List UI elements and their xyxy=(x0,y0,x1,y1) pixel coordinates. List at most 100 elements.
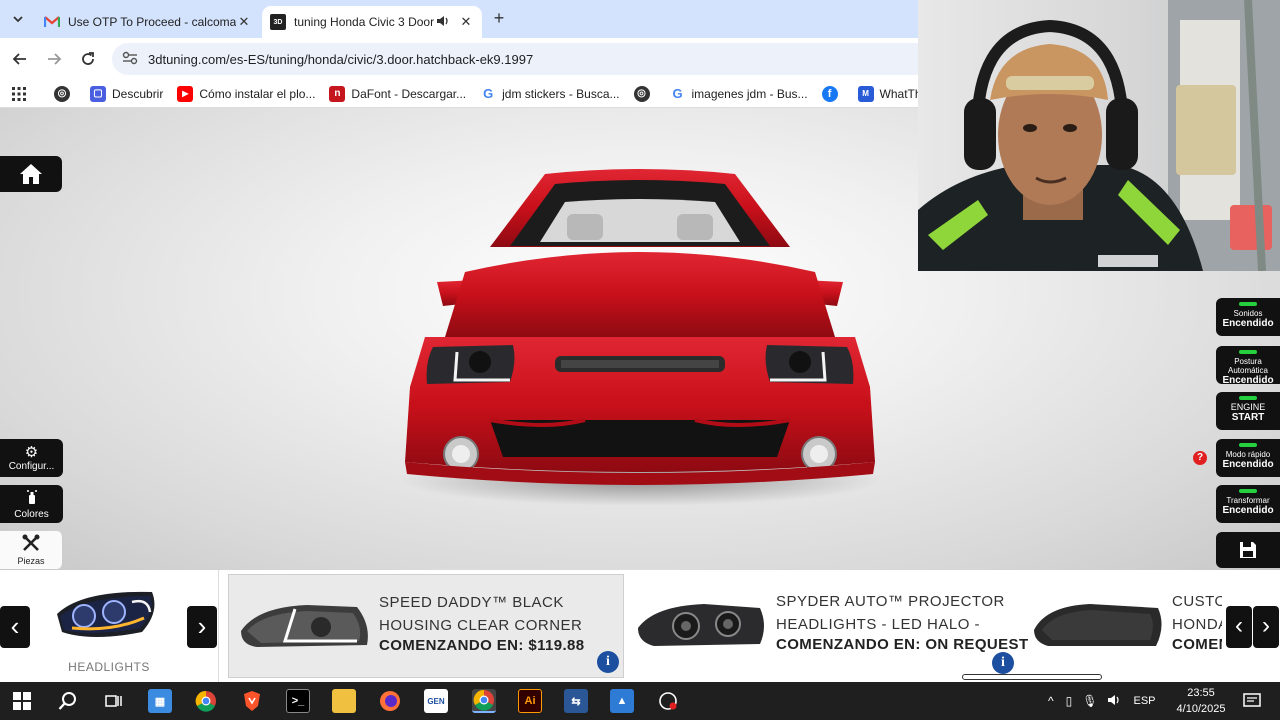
bookmark-item[interactable]: G imagenes jdm - Bus... xyxy=(669,85,808,102)
status-led xyxy=(1239,489,1257,493)
product-card[interactable]: SPYDER AUTO™ PROJECTOR HEADLIGHTS - LED … xyxy=(626,574,1028,678)
close-icon[interactable]: ✕ xyxy=(236,14,252,30)
brave-icon[interactable] xyxy=(240,689,264,713)
product-name-line: HEADLIGHTS - LED HALO - xyxy=(776,616,981,633)
app-icon[interactable]: ⇆ xyxy=(564,689,588,713)
product-name-line: CUSTO xyxy=(1172,593,1222,610)
transform-toggle[interactable]: Transformar Encendido xyxy=(1216,485,1280,523)
illustrator-icon[interactable]: Ai xyxy=(518,689,542,713)
volume-icon[interactable] xyxy=(1107,694,1121,709)
search-icon[interactable] xyxy=(56,689,80,713)
product-name-line: HONDA xyxy=(1172,616,1222,633)
clock[interactable]: 23:55 4/10/2025 xyxy=(1172,685,1230,717)
colors-label: Colores xyxy=(14,508,49,520)
engine-start-button[interactable]: ENGINE START xyxy=(1216,392,1280,430)
carousel-next-button[interactable]: › xyxy=(1253,606,1279,648)
product-name-line: HOUSING CLEAR CORNER xyxy=(379,617,583,634)
category-label: HEADLIGHTS xyxy=(68,660,150,674)
youtube-icon: ▶ xyxy=(177,85,194,102)
app-icon[interactable] xyxy=(656,689,680,713)
calculator-icon[interactable]: ▦ xyxy=(148,689,172,713)
speaker-icon[interactable] xyxy=(436,15,452,30)
chrome-active-icon[interactable] xyxy=(472,689,496,713)
site-info-icon[interactable] xyxy=(122,51,140,68)
app-icon[interactable]: GEN xyxy=(424,689,448,713)
info-icon[interactable]: i xyxy=(597,651,619,673)
terminal-icon[interactable]: >_ xyxy=(286,689,310,713)
quick-mode-toggle[interactable]: Modo rápido Encendido xyxy=(1216,439,1280,477)
bookmark-label: WhatTheFont! « M xyxy=(879,86,918,101)
reload-button[interactable] xyxy=(76,47,100,71)
microphone-icon[interactable]: 🎙 xyxy=(1082,694,1097,708)
bookmark-item[interactable]: ◎ xyxy=(54,85,76,102)
firefox-icon[interactable] xyxy=(378,689,402,713)
chevron-up-icon[interactable]: ^ xyxy=(1048,694,1054,708)
arrow-right-icon xyxy=(48,53,62,65)
bookmark-label: DaFont - Descargar... xyxy=(351,86,467,101)
usb-icon[interactable]: ▯ xyxy=(1066,694,1073,708)
globe-icon: ◎ xyxy=(633,85,650,102)
toggle-state: START xyxy=(1231,412,1265,423)
carousel-prev-button[interactable]: ‹ xyxy=(1226,606,1252,648)
product-name-line: SPYDER AUTO™ PROJECTOR xyxy=(776,593,1005,610)
discover-icon: ▢ xyxy=(90,85,106,102)
home-button[interactable] xyxy=(0,156,62,192)
webcam-person-image xyxy=(918,0,1280,271)
bookmark-item[interactable]: ◎ xyxy=(633,85,656,102)
close-icon[interactable]: ✕ xyxy=(458,14,474,30)
bookmarks-bar: ◎ ▢ Descubrir ▶ Cómo instalar el plo... … xyxy=(0,80,918,108)
tab-gmail[interactable]: Use OTP To Proceed - calcomar ✕ xyxy=(36,6,260,38)
chrome-icon[interactable] xyxy=(194,689,218,713)
gmail-icon xyxy=(44,14,60,30)
google-icon: G xyxy=(480,85,497,102)
apps-icon[interactable] xyxy=(12,86,26,101)
product-card[interactable]: SPEED DADDY™ BLACK HOUSING CLEAR CORNER … xyxy=(228,574,624,678)
sounds-toggle[interactable]: Sonidos Encendido xyxy=(1216,298,1280,336)
status-led xyxy=(1239,396,1257,400)
parts-button[interactable]: Piezas xyxy=(0,531,63,569)
info-icon[interactable]: i xyxy=(992,652,1014,674)
3dtuning-icon: 3D xyxy=(270,14,286,30)
windows-start-icon[interactable] xyxy=(10,689,34,713)
photos-icon[interactable]: ▲ xyxy=(610,689,634,713)
spray-can-icon xyxy=(26,489,38,509)
toggle-label: Transformar xyxy=(1226,496,1270,505)
new-tab-button[interactable]: + xyxy=(488,8,510,30)
tab-search-button[interactable] xyxy=(6,7,30,31)
notification-icon[interactable] xyxy=(1240,689,1264,713)
bookmark-item[interactable]: M WhatTheFont! « M xyxy=(857,85,918,102)
product-card[interactable]: CUSTO HONDA COMEN xyxy=(1022,574,1222,678)
bookmark-item[interactable]: G jdm stickers - Busca... xyxy=(480,85,620,102)
bookmark-item[interactable]: n DaFont - Descargar... xyxy=(329,85,467,102)
bookmark-item[interactable]: f xyxy=(821,85,844,102)
configure-button[interactable]: ⚙ Configur... xyxy=(0,439,63,477)
category-prev-button[interactable]: ‹ xyxy=(0,606,30,648)
status-led xyxy=(1239,302,1257,306)
category-next-button[interactable]: › xyxy=(187,606,217,648)
toggle-state: Encendido xyxy=(1222,318,1274,329)
colors-button[interactable]: Colores xyxy=(0,485,63,523)
address-bar[interactable]: 3dtuning.com/es-ES/tuning/honda/civic/3.… xyxy=(112,43,932,75)
car-model[interactable] xyxy=(395,162,885,512)
help-badge[interactable]: ? xyxy=(1193,451,1207,465)
toggle-state: Encendido xyxy=(1222,505,1274,516)
save-button[interactable] xyxy=(1216,532,1280,568)
product-price: COMEN xyxy=(1172,636,1222,653)
forward-button[interactable] xyxy=(42,47,66,71)
auto-stance-toggle[interactable]: Postura Automática Encendido xyxy=(1216,346,1280,386)
google-icon: G xyxy=(669,85,686,102)
folder-icon[interactable] xyxy=(332,689,356,713)
toggle-label: ENGINE xyxy=(1230,402,1266,412)
bookmark-item[interactable]: ▢ Descubrir xyxy=(90,85,163,102)
language-indicator[interactable]: ESP xyxy=(1133,695,1155,707)
webcam-overlay xyxy=(918,0,1280,271)
floppy-disk-icon xyxy=(1240,542,1256,558)
back-button[interactable] xyxy=(8,47,32,71)
home-icon xyxy=(20,164,42,184)
clock-time: 23:55 xyxy=(1187,687,1215,699)
arrow-left-icon xyxy=(12,53,26,65)
bookmark-item[interactable]: ▶ Cómo instalar el plo... xyxy=(177,85,315,102)
carousel-scroll-indicator[interactable] xyxy=(962,674,1102,680)
tab-3dtuning[interactable]: 3D tuning Honda Civic 3 Door ✕ xyxy=(262,6,482,38)
task-view-icon[interactable] xyxy=(102,689,126,713)
